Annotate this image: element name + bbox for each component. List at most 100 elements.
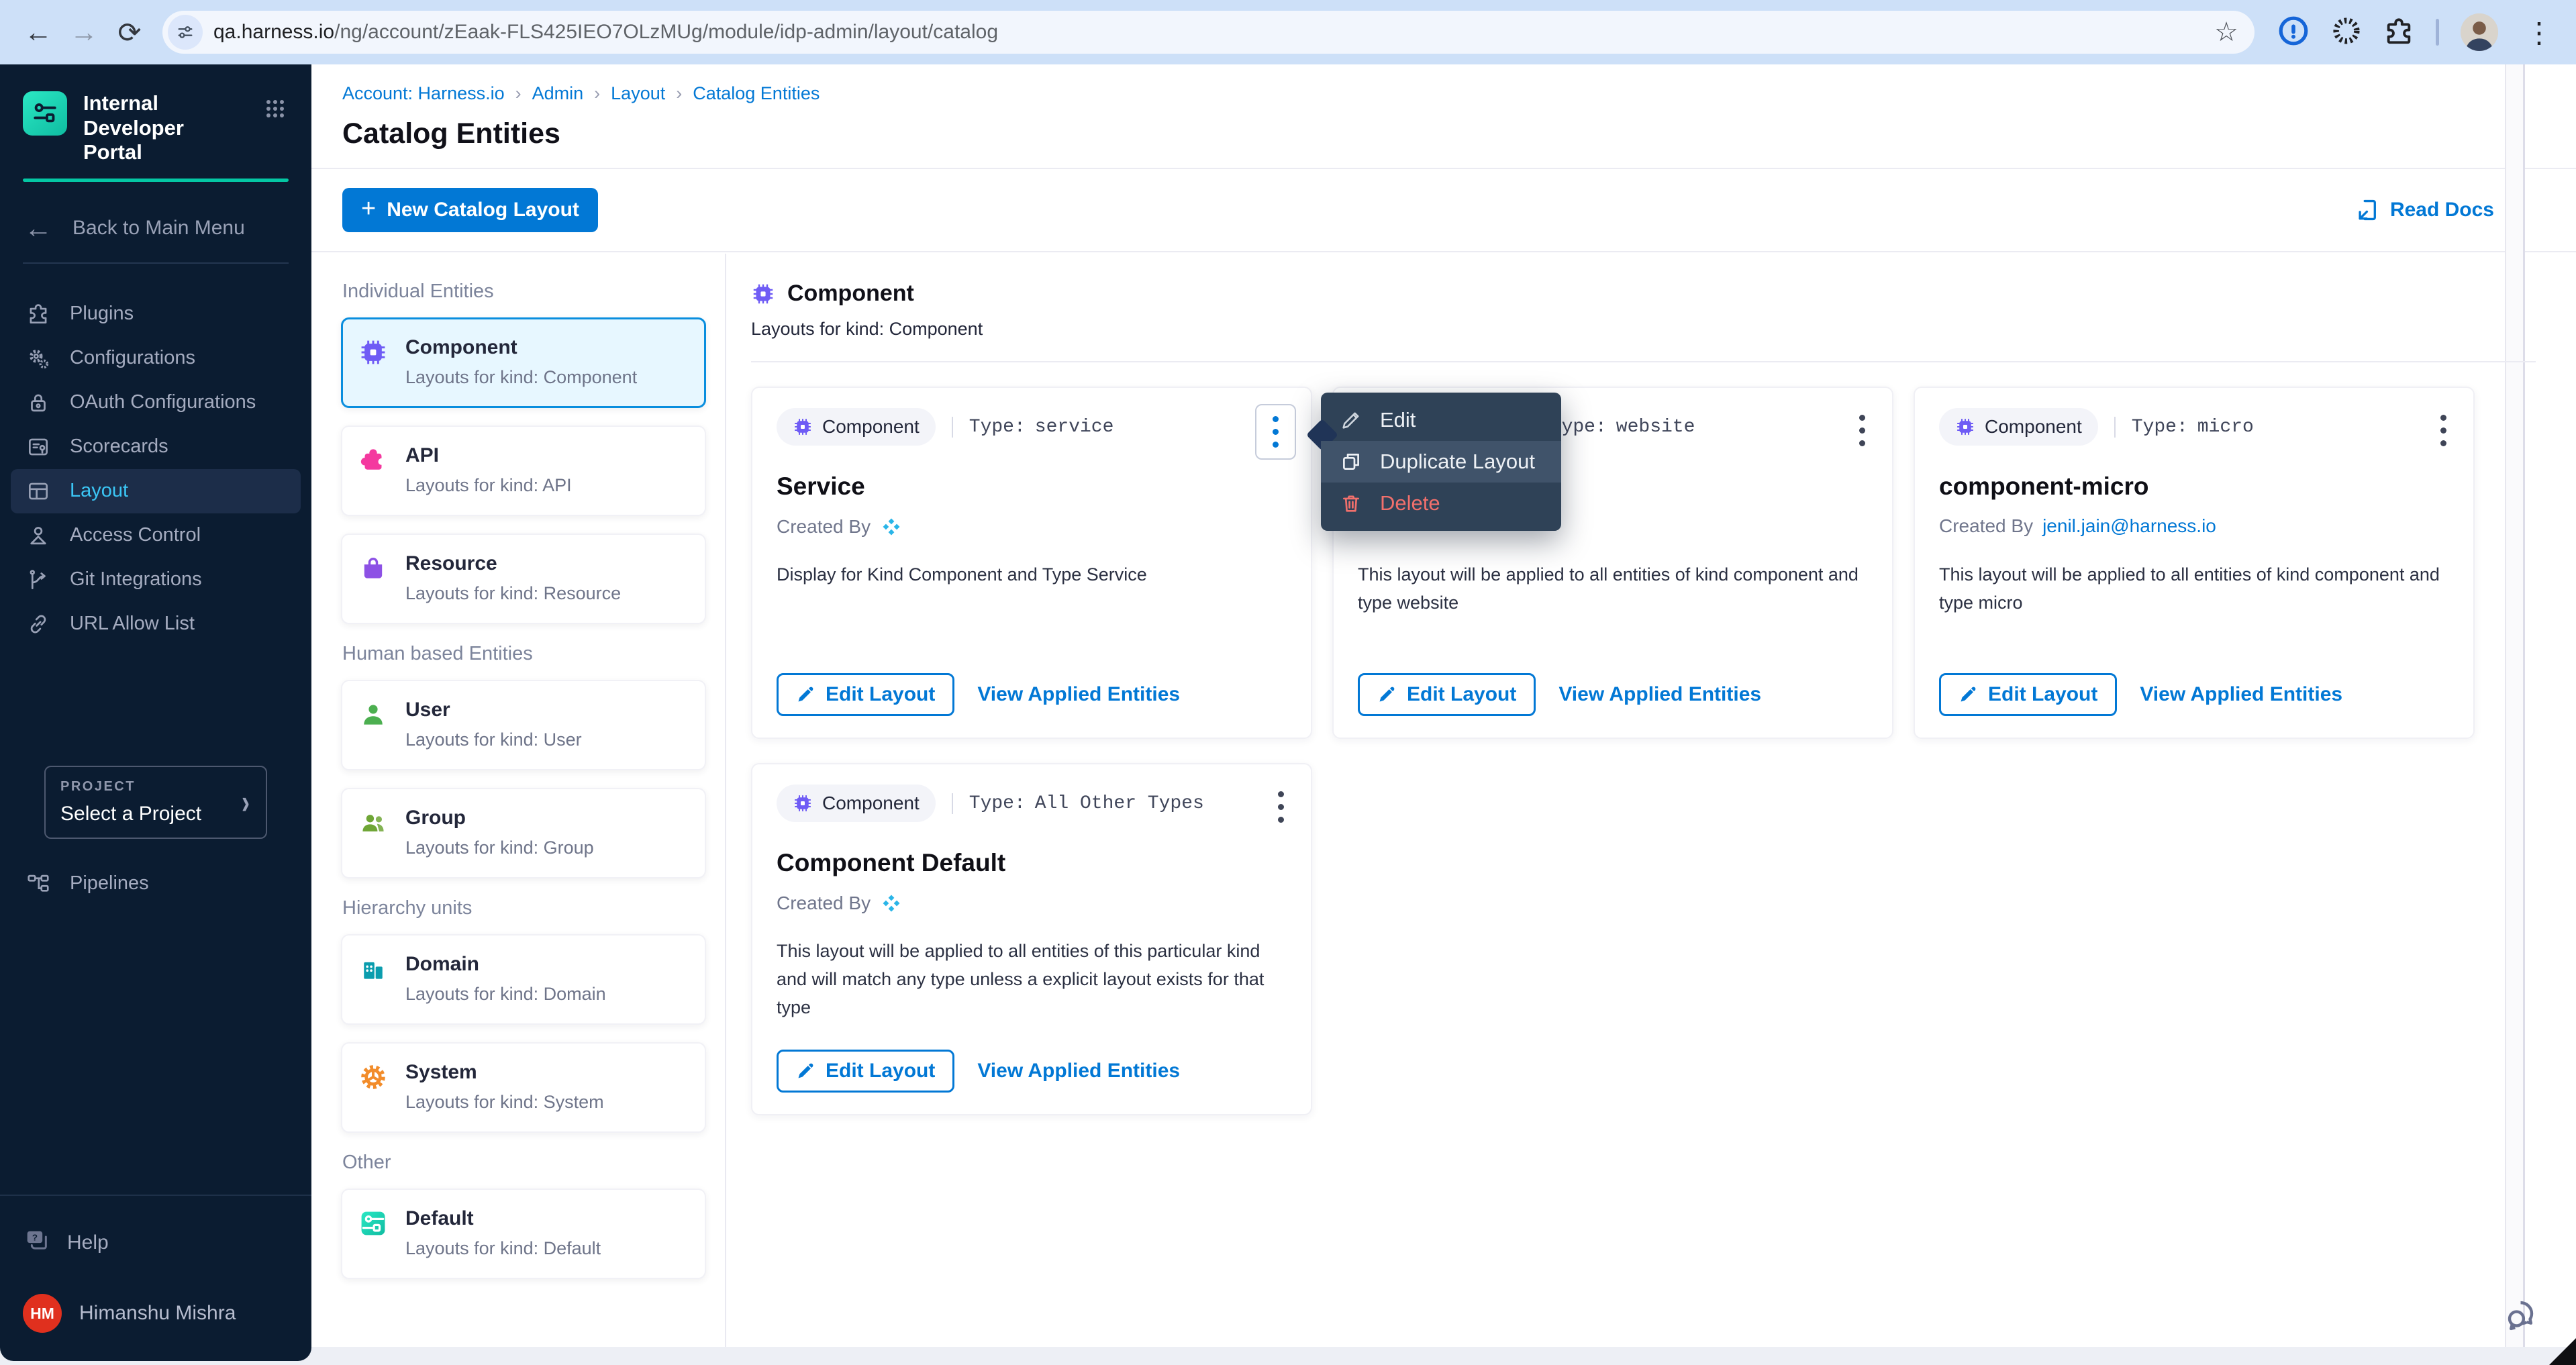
loading-sunburst-icon[interactable]: [2331, 15, 2362, 50]
edit-layout-button[interactable]: Edit Layout: [777, 1050, 954, 1093]
idp-logo-icon[interactable]: [23, 91, 67, 136]
layout-card-service[interactable]: Component Type: service Service Created …: [751, 387, 1312, 739]
entity-item-default[interactable]: Default Layouts for kind: Default: [341, 1189, 706, 1279]
sidebar-item-git-integrations[interactable]: Git Integrations: [11, 558, 301, 602]
entity-item-component[interactable]: Component Layouts for kind: Component: [341, 317, 706, 408]
context-menu-label: Edit: [1380, 408, 1416, 432]
password-manager-icon[interactable]: [2277, 15, 2310, 50]
help-chat-icon: ?: [23, 1227, 50, 1259]
copy-icon: [1340, 450, 1363, 473]
created-by-label: Created By: [777, 516, 871, 538]
extensions-puzzle-icon[interactable]: [2383, 15, 2414, 50]
type-prefix: Type:: [969, 417, 1026, 438]
help-item[interactable]: ? Help: [23, 1223, 289, 1263]
back-to-main-menu[interactable]: ← Back to Main Menu: [24, 214, 287, 242]
layout-card-component-default[interactable]: Component Type: All Other Types Componen…: [751, 763, 1312, 1115]
edit-layout-button[interactable]: Edit Layout: [1358, 673, 1536, 716]
project-selector[interactable]: PROJECT Select a Project ›: [44, 766, 267, 839]
product-header: Internal Developer Portal: [23, 91, 289, 165]
component-icon: [751, 282, 775, 306]
breadcrumb-catalog-entities[interactable]: Catalog Entities: [693, 83, 820, 104]
entity-item-domain[interactable]: Domain Layouts for kind: Domain: [341, 934, 706, 1025]
sidebar-divider: [23, 262, 289, 264]
site-settings-icon[interactable]: [168, 15, 203, 50]
entity-item-user[interactable]: User Layouts for kind: User: [341, 680, 706, 770]
plus-icon: +: [361, 195, 376, 223]
user-name: Himanshu Mishra: [79, 1302, 236, 1325]
help-label: Help: [67, 1231, 109, 1254]
sidebar-item-oauth-configurations[interactable]: OAuth Configurations: [11, 381, 301, 425]
entity-item-resource[interactable]: Resource Layouts for kind: Resource: [341, 534, 706, 624]
url-host: qa.harness.io: [213, 21, 334, 43]
edit-layout-button[interactable]: Edit Layout: [1939, 673, 2117, 716]
context-menu-edit[interactable]: Edit: [1321, 399, 1561, 441]
card-kebab-menu-icon[interactable]: [1859, 415, 1865, 446]
harness-logo-icon: [880, 515, 903, 538]
entity-item-api[interactable]: API Layouts for kind: API: [341, 425, 706, 516]
section-label: Individual Entities: [342, 281, 706, 303]
creator-email-link[interactable]: jenil.jain@harness.io: [2042, 515, 2216, 537]
sidebar-item-configurations[interactable]: Configurations: [11, 336, 301, 381]
view-applied-entities-link[interactable]: View Applied Entities: [977, 1060, 1180, 1082]
chat-bubbles-icon[interactable]: [2502, 1293, 2546, 1337]
component-icon: [793, 417, 813, 437]
nav-label: Scorecards: [70, 436, 168, 458]
entity-subtitle: Layouts for kind: System: [405, 1092, 604, 1113]
nav-label: Configurations: [70, 347, 195, 369]
browser-reload-button[interactable]: ⟳: [109, 11, 150, 53]
created-by-label: Created By: [777, 893, 871, 914]
product-title: Internal Developer Portal: [83, 91, 246, 165]
breadcrumb-account[interactable]: Account: Harness.io: [342, 83, 505, 104]
sidebar-item-layout[interactable]: Layout: [11, 469, 301, 513]
url-path: /ng/account/zEaak-FLS425IEO7OLzMUg/modul…: [334, 21, 998, 43]
browser-forward-button[interactable]: →: [63, 11, 105, 53]
section-label: Other: [342, 1152, 706, 1174]
bookmark-star-icon[interactable]: ☆: [2208, 17, 2245, 48]
layout-description: This layout will be applied to all entit…: [777, 938, 1291, 1022]
type-prefix: Type:: [969, 793, 1026, 814]
address-bar[interactable]: qa.harness.io/ng/account/zEaak-FLS425IEO…: [162, 11, 2255, 54]
card-kebab-menu-icon[interactable]: [1255, 404, 1296, 460]
breadcrumb-layout[interactable]: Layout: [611, 83, 665, 104]
context-menu-delete[interactable]: Delete: [1321, 483, 1561, 524]
layout-icon: [26, 478, 51, 504]
group-icon: [358, 808, 388, 838]
browser-menu-icon[interactable]: ⋮: [2520, 16, 2559, 49]
panel-subtitle: Layouts for kind: Component: [751, 319, 2536, 340]
layout-cards-grid: Component Type: service Service Created …: [751, 387, 2536, 1115]
teal-accent-rule: [23, 179, 289, 182]
sidebar-item-plugins[interactable]: Plugins: [11, 292, 301, 336]
type-value: All Other Types: [1035, 793, 1204, 814]
read-docs-link[interactable]: Read Docs: [2355, 197, 2494, 223]
entity-name: Default: [405, 1207, 601, 1230]
browser-back-button[interactable]: ←: [17, 11, 59, 53]
view-applied-entities-link[interactable]: View Applied Entities: [977, 683, 1180, 706]
context-menu-duplicate-layout[interactable]: Duplicate Layout: [1321, 441, 1561, 483]
breadcrumb-admin[interactable]: Admin: [532, 83, 584, 104]
component-icon: [793, 793, 813, 813]
nav-label: Plugins: [70, 303, 134, 325]
entity-subtitle: Layouts for kind: Domain: [405, 984, 606, 1005]
user-menu[interactable]: HM Himanshu Mishra: [23, 1294, 289, 1333]
card-kebab-menu-icon[interactable]: [1278, 791, 1284, 823]
apps-grid-icon[interactable]: [262, 95, 289, 125]
entity-name: Domain: [405, 953, 606, 976]
sidebar-item-scorecards[interactable]: Scorecards: [11, 425, 301, 469]
entity-item-group[interactable]: Group Layouts for kind: Group: [341, 788, 706, 878]
entity-kind-list: Individual Entities Component Layouts fo…: [311, 254, 726, 1347]
sidebar-item-access-control[interactable]: Access Control: [11, 513, 301, 558]
new-catalog-layout-button[interactable]: + New Catalog Layout: [342, 188, 598, 232]
sidebar-item-pipelines[interactable]: Pipelines: [11, 862, 301, 906]
view-applied-entities-link[interactable]: View Applied Entities: [1558, 683, 1761, 706]
entity-item-system[interactable]: System Layouts for kind: System: [341, 1042, 706, 1133]
edit-layout-button[interactable]: Edit Layout: [777, 673, 954, 716]
card-kebab-menu-icon[interactable]: [2440, 415, 2446, 446]
layout-card-component-micro[interactable]: Component Type: micro component-micro Cr…: [1914, 387, 2475, 739]
sidebar: Internal Developer Portal ← Back to Main…: [0, 64, 311, 1361]
sidebar-item-url-allow-list[interactable]: URL Allow List: [11, 602, 301, 646]
component-icon: [358, 338, 388, 367]
browser-profile-avatar[interactable]: [2461, 13, 2498, 51]
section-label: Human based Entities: [342, 643, 706, 665]
view-applied-entities-link[interactable]: View Applied Entities: [2140, 683, 2342, 706]
corner-widget[interactable]: [2549, 1338, 2576, 1365]
